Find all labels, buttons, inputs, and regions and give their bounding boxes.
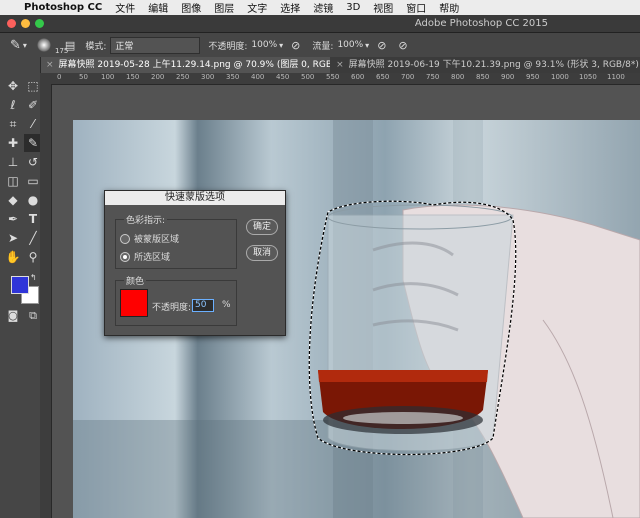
brush-size: 175 <box>55 47 69 55</box>
options-bar: ✎ ▾ 175 ▤ 模式: 正常 不透明度: 100% ▾ ⊘ 流量: 100%… <box>0 33 640 58</box>
ruler-tick: 900 <box>501 73 515 81</box>
mask-color-swatch[interactable] <box>120 289 148 317</box>
traffic-lights <box>7 19 44 28</box>
flow-label: 流量: <box>312 41 334 52</box>
vertical-ruler <box>40 84 52 518</box>
minimize-window-button[interactable] <box>21 19 30 28</box>
ruler-tick: 1050 <box>579 73 597 81</box>
zoom-window-button[interactable] <box>35 19 44 28</box>
ruler-tick: 0 <box>57 73 62 81</box>
radio-circle[interactable] <box>120 233 130 244</box>
ruler-tick: 600 <box>351 73 365 81</box>
mode-select[interactable]: 正常 <box>110 36 201 54</box>
pressure-opacity-icon[interactable]: ⊘ <box>291 39 300 52</box>
menu-edit[interactable]: 编辑 <box>148 0 168 15</box>
path-select-tool-icon[interactable]: ➤ <box>4 229 22 247</box>
tab-document-1[interactable]: × 屏幕快照 2019-05-28 上午11.29.14.png @ 70.9% … <box>40 57 331 73</box>
mask-opacity-label: 不透明度: <box>152 303 192 313</box>
menu-image[interactable]: 图像 <box>181 0 201 15</box>
close-window-button[interactable] <box>7 19 16 28</box>
lasso-tool-icon[interactable]: ℓ <box>4 96 22 114</box>
menu-file[interactable]: 文件 <box>115 0 135 15</box>
menu-bar: Photoshop CC 文件 编辑 图像 图层 文字 选择 滤镜 3D 视图 … <box>0 0 640 15</box>
ruler-tick: 250 <box>176 73 190 81</box>
radio-selected-areas[interactable]: 所选区域 <box>120 250 170 263</box>
radio-label: 所选区域 <box>134 253 171 263</box>
ruler-tick: 800 <box>451 73 465 81</box>
radio-circle[interactable] <box>120 251 130 262</box>
radio-masked-areas[interactable]: 被蒙版区域 <box>120 232 179 245</box>
ruler-tick: 950 <box>526 73 540 81</box>
window-title: Adobe Photoshop CC 2015 <box>414 18 548 29</box>
cancel-button[interactable]: 取消 <box>246 245 278 261</box>
horizontal-ruler: 0 50 100 150 200 250 300 350 400 450 500… <box>40 73 640 85</box>
pressure-size-icon[interactable]: ⊘ <box>398 39 407 52</box>
ruler-tick: 500 <box>301 73 315 81</box>
ruler-tick: 350 <box>226 73 240 81</box>
brush-tool-icon[interactable]: ✎ <box>10 38 21 53</box>
menu-type[interactable]: 文字 <box>247 0 267 15</box>
color-indicates-group: 色彩指示: 被蒙版区域 所选区域 <box>115 213 237 269</box>
brush-preset-icon[interactable] <box>36 38 51 52</box>
mask-opacity-input[interactable]: 50 <box>192 299 214 312</box>
menu-layer[interactable]: 图层 <box>214 0 234 15</box>
foreground-color-swatch[interactable] <box>11 276 29 294</box>
tools-panel: ✥ ⬚ ℓ ✐ ⌗ ⁄ ✚ ✎ ⊥ ↺ ◫ ▭ ◆ ● ✒ T ➤ ╱ ✋ ⚲ … <box>0 57 42 518</box>
stamp-tool-icon[interactable]: ⊥ <box>4 153 22 171</box>
tab-document-2[interactable]: × 屏幕快照 2019-06-19 下午10.21.39.png @ 93.1% … <box>330 57 640 73</box>
percent-label: % <box>222 300 231 310</box>
ruler-tick: 200 <box>151 73 165 81</box>
menu-window[interactable]: 窗口 <box>406 0 426 15</box>
opacity-value[interactable]: 100% <box>251 40 277 50</box>
menu-3d[interactable]: 3D <box>346 2 360 13</box>
ruler-tick: 700 <box>401 73 415 81</box>
tab-label: 屏幕快照 2019-05-28 上午11.29.14.png @ 70.9% (… <box>58 60 331 70</box>
ruler-tick: 100 <box>101 73 115 81</box>
ruler-tick: 50 <box>79 73 88 81</box>
ruler-tick: 750 <box>426 73 440 81</box>
healing-brush-tool-icon[interactable]: ✚ <box>4 134 22 152</box>
tab-label: 屏幕快照 2019-06-19 下午10.21.39.png @ 93.1% (… <box>348 60 640 70</box>
color-label: 颜色 <box>124 274 147 287</box>
blur-tool-icon[interactable]: ◆ <box>4 191 22 209</box>
menu-help[interactable]: 帮助 <box>439 0 459 15</box>
document-tabs: × 屏幕快照 2019-05-28 上午11.29.14.png @ 70.9% … <box>40 57 640 73</box>
airbrush-icon[interactable]: ⊘ <box>377 39 386 52</box>
pen-tool-icon[interactable]: ✒ <box>4 210 22 228</box>
ruler-tick: 400 <box>251 73 265 81</box>
radio-label: 被蒙版区域 <box>134 235 180 245</box>
swap-colors-icon[interactable]: ↰ <box>30 273 37 282</box>
menu-view[interactable]: 视图 <box>373 0 393 15</box>
crop-tool-icon[interactable]: ⌗ <box>4 115 22 133</box>
menu-filter[interactable]: 滤镜 <box>313 0 333 15</box>
menu-app-name[interactable]: Photoshop CC <box>24 2 102 13</box>
mode-label: 模式: <box>85 41 107 52</box>
color-group: 颜色 不透明度: 50 % <box>115 274 237 326</box>
menu-select[interactable]: 选择 <box>280 0 300 15</box>
quick-mask-options-dialog: 快速蒙版选项 色彩指示: 被蒙版区域 所选区域 颜色 不透明度: 50 % 确定… <box>104 190 286 336</box>
flow-value[interactable]: 100% <box>337 40 363 50</box>
close-tab-icon[interactable]: × <box>46 60 54 70</box>
move-tool-icon[interactable]: ✥ <box>4 77 22 95</box>
eraser-tool-icon[interactable]: ◫ <box>4 172 22 190</box>
ruler-tick: 1100 <box>607 73 625 81</box>
ruler-tick: 150 <box>126 73 140 81</box>
ruler-tick: 300 <box>201 73 215 81</box>
ruler-tick: 450 <box>276 73 290 81</box>
quick-mask-icon[interactable]: ◙ <box>4 307 22 325</box>
ruler-tick: 1000 <box>551 73 569 81</box>
dialog-title: 快速蒙版选项 <box>105 191 285 205</box>
opacity-label: 不透明度: <box>208 41 248 52</box>
ok-button[interactable]: 确定 <box>246 219 278 235</box>
close-tab-icon[interactable]: × <box>336 60 344 70</box>
ruler-tick: 550 <box>326 73 340 81</box>
hand-tool-icon[interactable]: ✋ <box>4 248 22 266</box>
ruler-tick: 650 <box>376 73 390 81</box>
color-indicates-label: 色彩指示: <box>124 213 168 226</box>
ruler-tick: 850 <box>476 73 490 81</box>
window-titlebar: Adobe Photoshop CC 2015 <box>0 15 640 33</box>
